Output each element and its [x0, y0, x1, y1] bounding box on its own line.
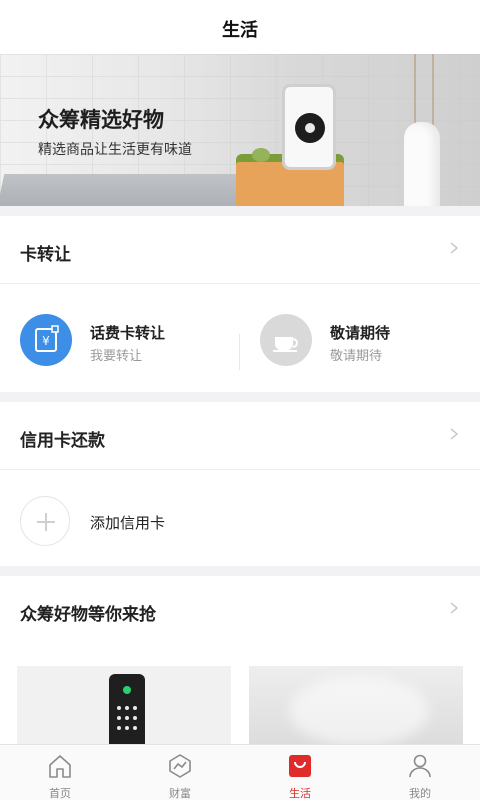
home-icon — [49, 755, 71, 778]
chevron-right-icon — [450, 242, 459, 254]
add-credit-card-row[interactable]: 添加信用卡 — [0, 470, 480, 570]
credit-card-header[interactable]: 信用卡还款 — [0, 402, 480, 470]
add-credit-card-label: 添加信用卡 — [90, 515, 166, 532]
banner-subtitle: 精选商品让生活更有味道 — [38, 141, 192, 157]
product-card-smart-lock[interactable] — [17, 666, 231, 746]
keypad-dot — [133, 726, 137, 730]
tab-mine-label: 我的 — [409, 788, 431, 800]
user-icon — [409, 754, 431, 778]
keypad-dot — [117, 726, 121, 730]
keypad-dot — [117, 706, 121, 710]
tab-life[interactable]: 生活 — [240, 745, 360, 800]
plus-icon — [20, 496, 70, 546]
tab-home[interactable]: 首页 — [0, 745, 120, 800]
keypad-dot — [125, 706, 129, 710]
card-transfer-title: 卡转让 — [20, 245, 71, 264]
keypad-dot — [117, 716, 121, 720]
banner-title: 众筹精选好物 — [38, 109, 164, 132]
life-bag-icon — [289, 755, 311, 777]
bottom-tab-bar: 首页 财富 生活 我的 — [0, 744, 480, 800]
laptop-image — [0, 174, 275, 206]
card-transfer-header[interactable]: 卡转让 — [0, 216, 480, 284]
credit-card-section: 信用卡还款 添加信用卡 — [0, 402, 480, 566]
tab-home-label: 首页 — [49, 788, 71, 800]
phone-card-transfer-item[interactable]: ¥ 话费卡转让 我要转让 — [0, 284, 220, 396]
chevron-right-icon — [450, 428, 459, 440]
product-card-humidifier[interactable] — [249, 666, 463, 746]
smart-lock-image — [109, 674, 145, 746]
crowdfund-title: 众筹好物等你来抢 — [20, 605, 156, 624]
phone-card-icon: ¥ — [20, 314, 72, 366]
page-title: 生活 — [222, 20, 258, 40]
chevron-right-icon — [450, 602, 459, 614]
phone-card-transfer-subtitle: 我要转让 — [90, 348, 143, 363]
credit-card-title: 信用卡还款 — [20, 431, 105, 450]
tab-life-label: 生活 — [289, 788, 311, 800]
mist-image — [289, 676, 429, 746]
card-transfer-section: 卡转让 ¥ 话费卡转让 我要转让 敬请期待 敬请期待 — [0, 216, 480, 392]
coming-soon-item[interactable]: 敬请期待 敬请期待 — [240, 284, 460, 396]
tab-wealth[interactable]: 财富 — [120, 745, 240, 800]
svg-text:¥: ¥ — [42, 334, 50, 348]
promo-banner[interactable]: 众筹精选好物 精选商品让生活更有味道 — [0, 54, 480, 206]
phone-card-transfer-title: 话费卡转让 — [90, 325, 166, 342]
keypad-dot — [133, 716, 137, 720]
tab-wealth-label: 财富 — [169, 788, 191, 800]
crowdfund-header[interactable]: 众筹好物等你来抢 — [0, 576, 480, 644]
coming-soon-title: 敬请期待 — [330, 325, 391, 342]
top-bar: 生活 — [0, 0, 480, 54]
crowdfund-section: 众筹好物等你来抢 — [0, 576, 480, 746]
music-disc-icon — [295, 113, 325, 143]
coffee-cup-icon — [260, 314, 312, 366]
wealth-icon — [169, 754, 191, 778]
card-transfer-options: ¥ 话费卡转让 我要转让 敬请期待 敬请期待 — [0, 284, 480, 396]
lock-sensor — [123, 686, 131, 694]
planter-tree-image — [252, 148, 270, 162]
tab-mine[interactable]: 我的 — [360, 745, 480, 800]
smartphone-image — [282, 84, 336, 170]
keypad-dot — [133, 706, 137, 710]
keypad-dot — [125, 726, 129, 730]
vase-image — [404, 122, 440, 206]
keypad-dot — [125, 716, 129, 720]
coming-soon-subtitle: 敬请期待 — [330, 348, 383, 363]
